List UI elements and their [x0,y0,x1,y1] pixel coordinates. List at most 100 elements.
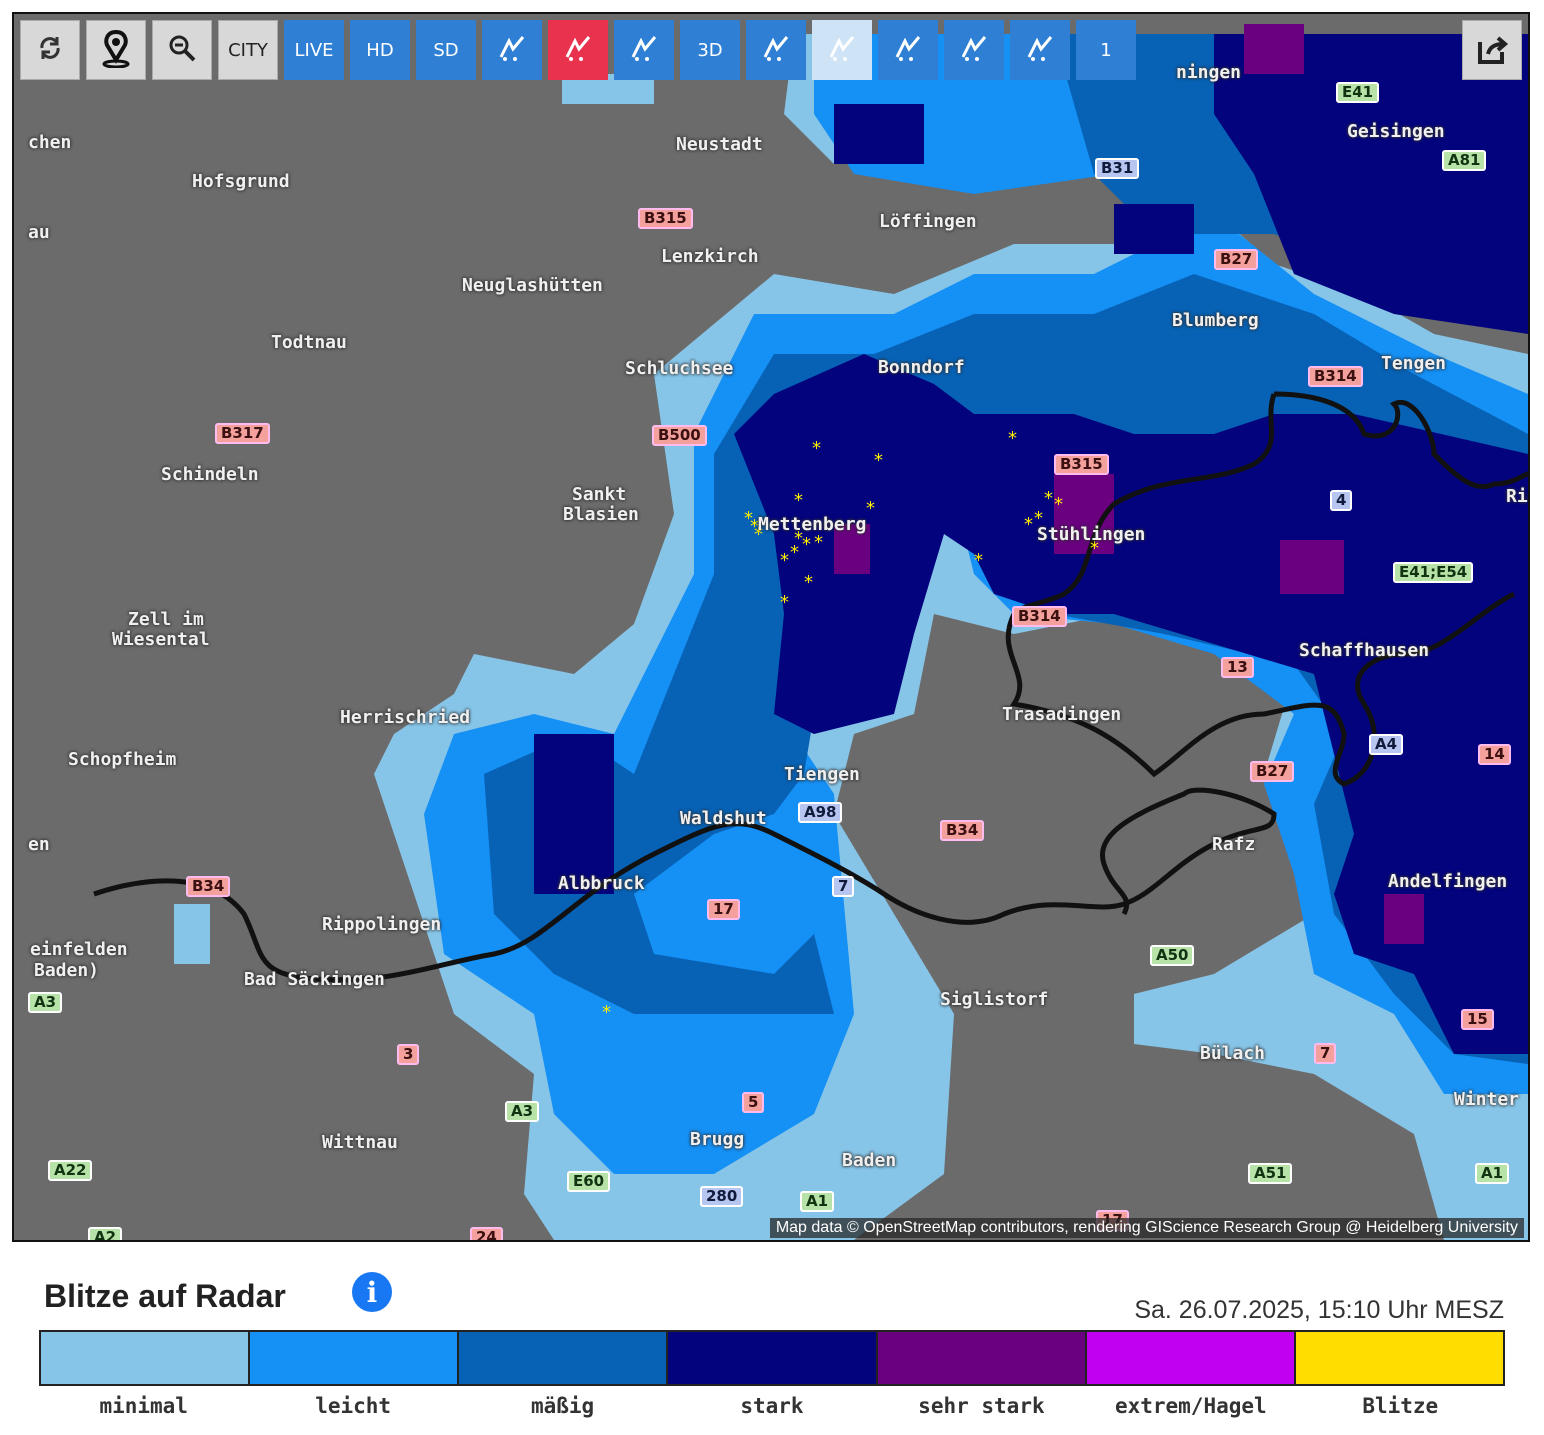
flood-button[interactable] [944,20,1004,80]
live-analyse-button-label: LIVE [294,39,334,61]
place-label: Trasadingen [1002,704,1122,725]
road-shield: 5 [742,1092,765,1113]
place-label: Blumberg [1172,310,1259,331]
place-label: Hofsgrund [192,171,290,192]
place-label: Todtnau [271,332,347,353]
info-icon[interactable]: i [352,1272,392,1312]
scale-swatch [1086,1332,1296,1384]
lightning-ground-icon [825,31,859,69]
map-attribution: Map data © OpenStreetMap contributors, r… [769,1218,1524,1238]
radar-3d-button[interactable]: 3D [680,20,740,80]
road-shield: A4 [1369,734,1404,755]
road-shield: 13 [1221,657,1254,678]
road-shield: B314 [1308,366,1363,387]
place-label: Lenzkirch [661,246,759,267]
place-label: Schopfheim [68,749,177,770]
place-label: Stühlingen [1037,524,1146,545]
place-label: Baden) [34,960,100,981]
svg-text:*: * [1044,488,1053,509]
road-shield: 14 [1478,744,1511,765]
thunder-cloud-icon [561,31,595,69]
radar-1-button[interactable]: 1 [1076,20,1136,80]
place-label: einfelden [30,939,128,960]
svg-text:*: * [602,1002,611,1023]
svg-text:*: * [794,490,803,511]
satellite2-button[interactable] [1010,20,1070,80]
svg-text:*: * [804,572,813,593]
place-label: Baden [842,1150,897,1171]
scale-label: stark [740,1394,804,1418]
place-label: Herrischried [340,707,471,728]
lightning-icon [759,31,793,69]
place-label: Schindeln [161,464,259,485]
refresh-button[interactable] [20,20,80,80]
live-analyse-button[interactable]: LIVE [284,20,344,80]
lightning-radar-button[interactable] [812,20,872,80]
toolbar: CITY LIVE HD SD 3D 1 [20,20,1136,84]
tornado-button[interactable] [482,20,542,80]
road-shield: B34 [186,876,231,897]
place-label: chen [28,132,72,153]
road-shield: E41 [1336,82,1380,103]
road-shield: 17 [707,899,740,920]
location-button[interactable] [86,20,146,80]
road-shield: B314 [1012,606,1067,627]
radar-3d-button-label: 3D [697,39,723,61]
place-label: Tengen [1381,353,1447,374]
scale-label: sehr stark [918,1394,1045,1418]
svg-text:*: * [780,550,789,571]
scale-swatch [250,1332,460,1384]
share-button[interactable] [1462,20,1522,80]
place-label: Sankt [572,484,627,505]
road-shield: A3 [28,992,63,1013]
radar-overlay: *** * ** ** * *** *** ** * *** * [93,24,1528,1240]
legend-title: Blitze auf Radar [44,1278,286,1314]
svg-text:*: * [1024,514,1033,535]
satellite-icon [891,31,925,69]
storm-button[interactable] [548,20,608,80]
radar-sd-button[interactable]: SD [416,20,476,80]
road-shield: 4 [1330,490,1353,511]
place-label: Rippolingen [322,914,442,935]
hail-button[interactable] [614,20,674,80]
road-shield: A1 [800,1191,835,1212]
place-label: Zell im [128,609,204,630]
tornado-icon [495,31,529,69]
road-shield: B34 [940,820,985,841]
road-shield: 15 [1461,1009,1494,1030]
place-label: Tiengen [784,764,860,785]
magnifier-minus-icon [167,33,197,67]
place-label: Siglistorf [940,989,1049,1010]
road-shield: B27 [1214,249,1259,270]
place-label: Neuglashütten [462,275,603,296]
place-label: Schluchsee [625,358,734,379]
road-shield: A98 [798,802,843,823]
place-label: Bad Säckingen [244,969,385,990]
svg-text:*: * [1054,494,1063,515]
city-toggle-button[interactable]: CITY [218,20,278,80]
road-shield: A50 [1150,945,1195,966]
scale-label: extrem/Hagel [1114,1394,1267,1418]
place-label: en [28,834,50,855]
place-label: Löffingen [879,211,977,232]
road-shield: A51 [1248,1163,1293,1184]
scale-swatch [668,1332,878,1384]
road-shield: A22 [48,1160,93,1181]
radar-hd-button[interactable]: HD [350,20,410,80]
svg-text:*: * [814,532,823,553]
zoom-button[interactable] [152,20,212,80]
scale-label: leicht [315,1394,392,1418]
road-shield: B317 [215,423,270,444]
satellite-button[interactable] [878,20,938,80]
road-shield: A2 [88,1227,123,1240]
refresh-icon [35,33,65,67]
house-flood-icon [957,31,991,69]
radar-timestamp: Sa. 26.07.2025, 15:10 Uhr MESZ [1134,1296,1504,1324]
place-label: Rie [1506,486,1528,507]
radar-map[interactable]: * * * * * * * * * * * * * * * * * * * * * * chen Hofsgr… [12,12,1530,1242]
road-shield: E41;E54 [1393,562,1474,583]
radar-sd-button-label: SD [433,39,459,61]
lightning-button[interactable] [746,20,806,80]
road-shield: B315 [638,208,693,229]
place-label: Winter [1454,1089,1520,1110]
